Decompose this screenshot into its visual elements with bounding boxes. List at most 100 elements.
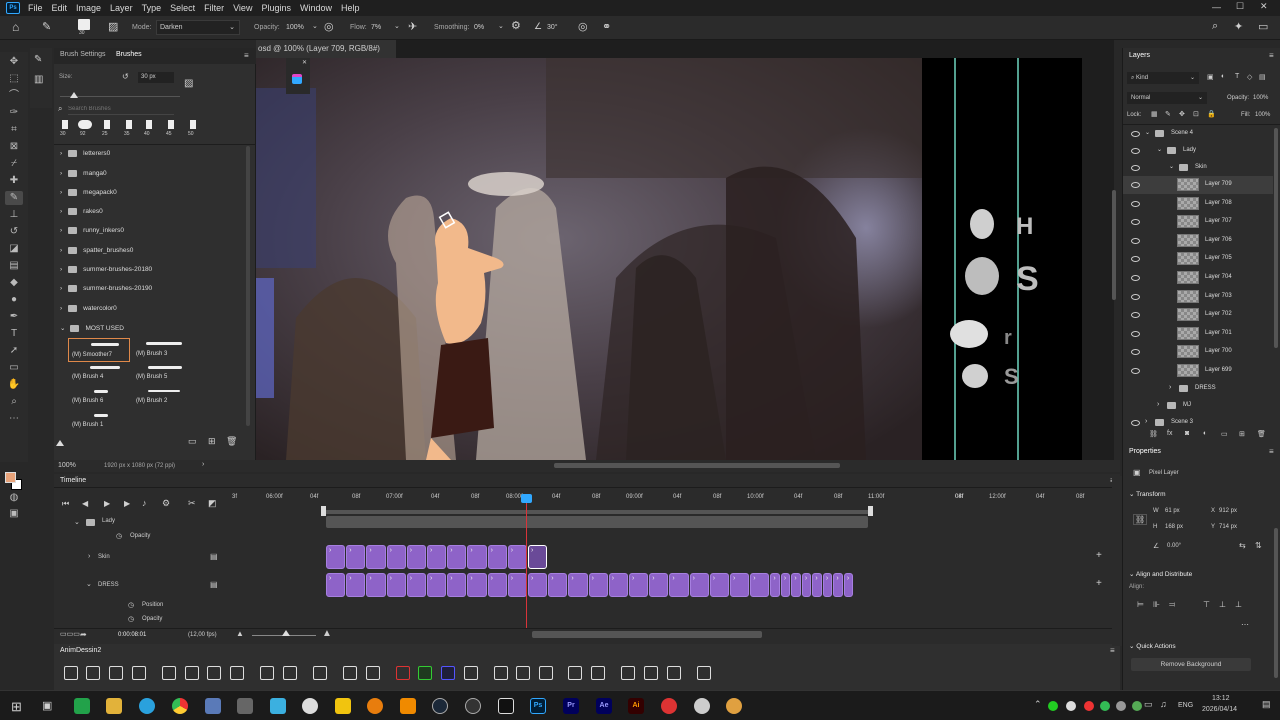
split-at-playhead-icon[interactable]: ✂ <box>188 498 196 509</box>
layer-filter-kind-select[interactable]: ⌕ Kind ⌄ <box>1127 72 1199 84</box>
timeline-clip[interactable]: › <box>843 573 854 597</box>
layer-row[interactable]: Layer 708 <box>1123 195 1273 213</box>
anim-tool-icon[interactable] <box>86 666 100 680</box>
brush-folder-summer-2018[interactable]: › summer-brushes-20180 <box>60 266 152 273</box>
anim-tool-icon[interactable] <box>516 666 530 680</box>
panel-menu-icon[interactable]: ≡ <box>244 51 249 60</box>
taskbar-folder-icon[interactable] <box>106 698 122 714</box>
taskbar-app-icon[interactable] <box>237 698 253 714</box>
timeline-clip[interactable]: › <box>588 573 608 597</box>
taskbar-illustrator-icon[interactable]: Ai <box>628 698 644 714</box>
chevron-right-icon[interactable]: › <box>1169 384 1171 391</box>
brush-folder-megapack0[interactable]: › megapack0 <box>60 189 117 196</box>
clock-date[interactable]: 2026/04/14 <box>1202 706 1237 713</box>
dodge-tool-icon[interactable]: ● <box>5 293 23 307</box>
delete-brush-icon[interactable]: 🗑 <box>226 436 237 447</box>
layer-group-dress[interactable]: › DRESS <box>1123 381 1273 399</box>
brush-settings-icon[interactable]: ▨ <box>108 20 118 33</box>
audio-icon[interactable]: ♪ <box>142 498 147 508</box>
x-input[interactable]: 912 px <box>1219 508 1237 514</box>
chevron-right-icon[interactable]: › <box>1157 401 1159 408</box>
timeline-clip[interactable]: › <box>427 545 447 569</box>
preset-brush[interactable] <box>78 120 92 129</box>
brush-preset-picker[interactable] <box>78 19 90 30</box>
timeline-clip[interactable]: › <box>507 545 527 569</box>
chevron-right-icon[interactable]: › <box>1145 418 1147 425</box>
taskbar-app-icon[interactable] <box>205 698 221 714</box>
tray-app-icon[interactable] <box>1084 701 1094 711</box>
tray-app-icon[interactable] <box>1116 701 1126 711</box>
foreground-color-swatch[interactable] <box>5 472 16 483</box>
windows-start-icon[interactable]: ⊞ <box>11 699 22 715</box>
zoom-level[interactable]: 100% <box>58 462 76 469</box>
brush-floating-widget[interactable]: ✕ <box>286 58 310 94</box>
taskbar-app-icon[interactable] <box>302 698 318 714</box>
taskbar-steam-icon[interactable] <box>432 698 448 714</box>
timeline-clip[interactable]: › <box>427 573 447 597</box>
blend-mode-select[interactable]: Normal ⌄ <box>1127 92 1207 104</box>
play-icon[interactable]: ▶ <box>104 499 110 508</box>
gradient-tool-icon[interactable]: ▤ <box>5 259 23 273</box>
menu-filter[interactable]: Filter <box>204 3 224 13</box>
task-view-icon[interactable]: ▣ <box>42 699 52 712</box>
create-brush-icon[interactable]: ▨ <box>184 78 193 89</box>
zoom-tool-icon[interactable]: ⌕ <box>5 395 23 409</box>
anim-tool-icon[interactable] <box>162 666 176 680</box>
align-top-icon[interactable]: ⊤ <box>1203 600 1210 609</box>
preview-size-slider-thumb[interactable] <box>56 440 64 446</box>
anim-tool-icon[interactable] <box>539 666 553 680</box>
timeline-clip[interactable]: › <box>487 545 507 569</box>
quick-mask-icon[interactable]: ◍ <box>5 491 23 505</box>
menu-type[interactable]: Type <box>142 3 162 13</box>
add-media-skin-icon[interactable]: + <box>1096 550 1102 561</box>
pen-tool-icon[interactable]: ✒ <box>5 310 23 324</box>
film-icon[interactable]: ▤ <box>210 552 218 561</box>
layer-row[interactable]: Layer 706 <box>1123 232 1273 250</box>
timeline-clip[interactable]: › <box>548 573 568 597</box>
zoom-out-timeline-icon[interactable]: ▲ <box>236 629 244 638</box>
width-input[interactable]: 61 px <box>1165 508 1180 514</box>
timeline-clip[interactable]: › <box>528 545 548 569</box>
properties-title[interactable]: Properties <box>1129 448 1161 455</box>
track-position[interactable]: Position <box>142 602 163 608</box>
layer-row[interactable]: Layer 701 <box>1123 325 1273 343</box>
symmetry-icon[interactable]: ⚭ <box>602 20 611 33</box>
layer-row[interactable]: Layer 702 <box>1123 306 1273 324</box>
timeline-clip[interactable]: › <box>467 573 487 597</box>
timeline-clip[interactable]: › <box>366 573 386 597</box>
lock-artboard-icon[interactable]: ⊡ <box>1193 110 1199 118</box>
timeline-clip[interactable]: › <box>649 573 669 597</box>
preset-brush[interactable] <box>62 120 68 129</box>
align-header[interactable]: ⌄ Align and Distribute <box>1129 570 1192 578</box>
lock-position-icon[interactable]: ✥ <box>1179 110 1185 118</box>
timeline-clip[interactable]: › <box>528 573 548 597</box>
timeline-clip[interactable]: › <box>346 545 366 569</box>
timeline-clip[interactable]: › <box>487 573 507 597</box>
render-video-icon[interactable]: ➦ <box>80 630 87 639</box>
timeline-zoom-thumb[interactable] <box>282 630 290 636</box>
fill-input[interactable]: 100% <box>1255 112 1270 118</box>
timeline-clip[interactable]: › <box>447 545 467 569</box>
search-brushes-input[interactable] <box>68 104 174 115</box>
layer-row[interactable]: Layer 704 <box>1123 269 1273 287</box>
home-icon[interactable]: ⌂ <box>12 20 19 34</box>
taskbar-vlc-icon[interactable] <box>400 698 416 714</box>
size-slider-thumb[interactable] <box>70 92 78 98</box>
panel-menu-icon[interactable]: ≡ <box>1269 51 1274 60</box>
close-widget-icon[interactable]: ✕ <box>302 59 307 66</box>
chevron-down-icon[interactable]: ⌄ <box>74 518 80 526</box>
maximize-button[interactable]: ☐ <box>1236 1 1244 12</box>
layer-comps-icon[interactable]: ▥ <box>34 74 43 85</box>
menu-window[interactable]: Window <box>300 3 332 13</box>
red-label-icon[interactable] <box>396 666 410 680</box>
layer-row[interactable]: Layer 709 <box>1123 176 1273 194</box>
timeline-clip[interactable]: › <box>822 573 833 597</box>
notifications-icon[interactable]: ▤ <box>1262 699 1271 710</box>
timeline-clip[interactable]: › <box>669 573 689 597</box>
frame-tool-icon[interactable]: ⊠ <box>5 140 23 154</box>
tab-brush-settings[interactable]: Brush Settings <box>60 51 106 58</box>
lasso-tool-icon[interactable]: ⌒ <box>5 89 23 103</box>
timeline-clip[interactable]: › <box>568 573 588 597</box>
align-center-h-icon[interactable]: ⊪ <box>1153 600 1160 609</box>
flip-horizontal-icon[interactable]: ⇆ <box>1239 541 1246 550</box>
